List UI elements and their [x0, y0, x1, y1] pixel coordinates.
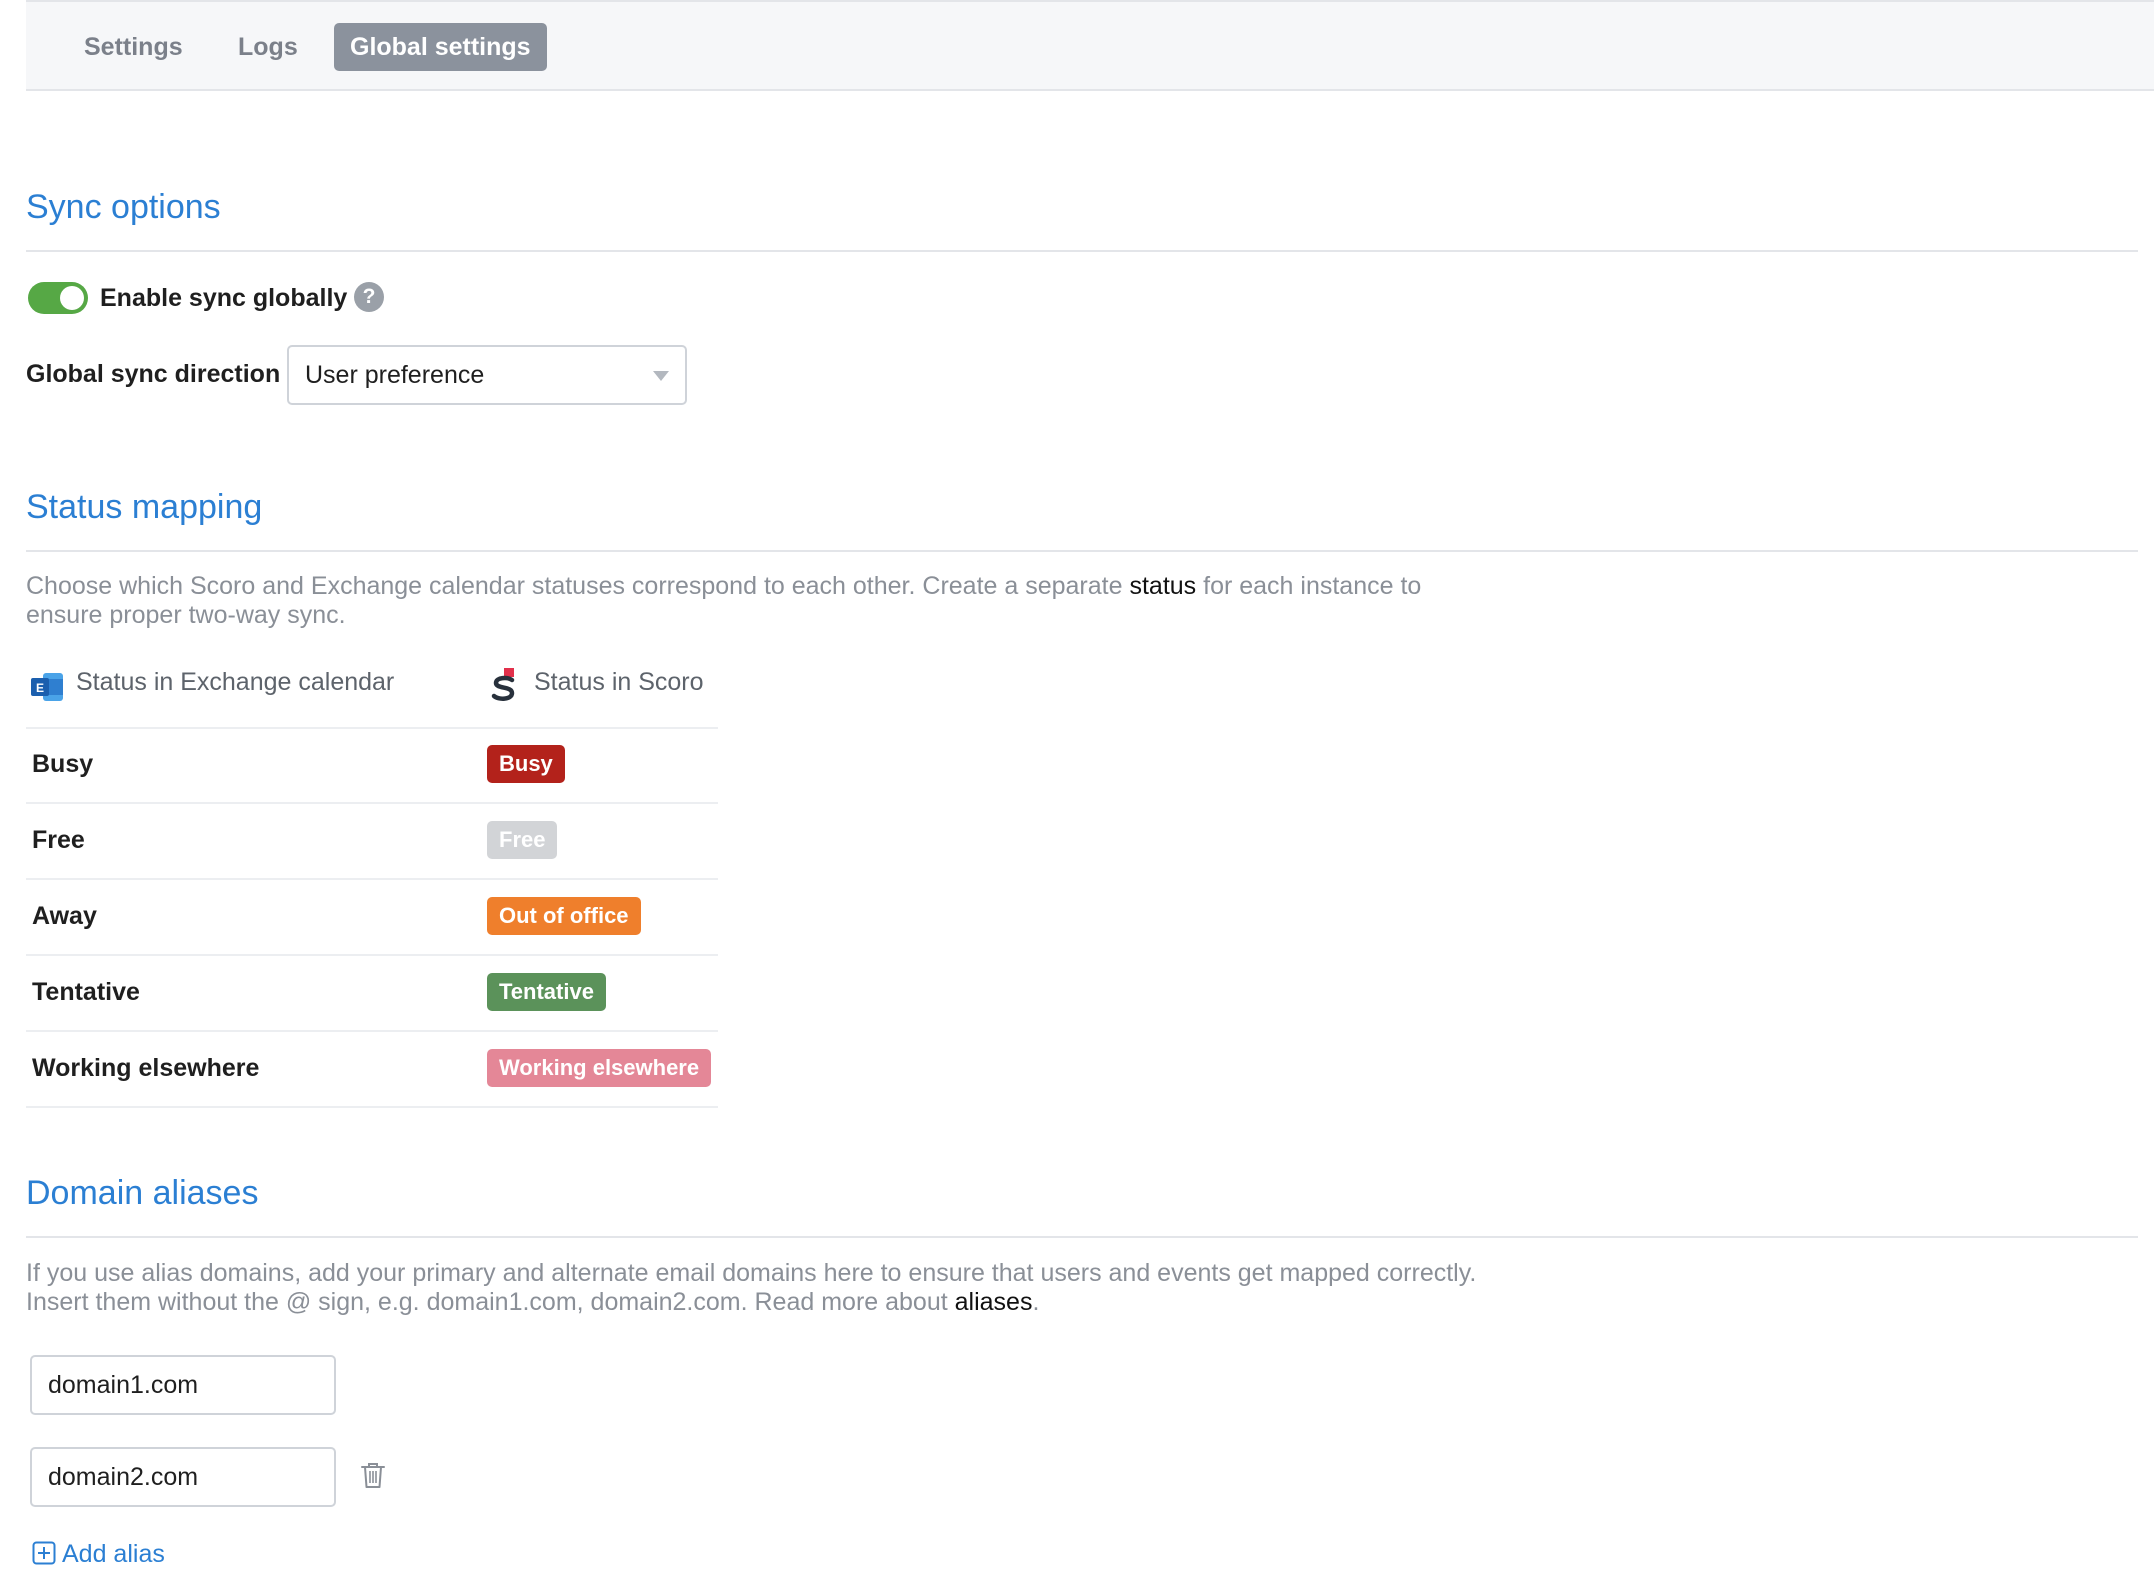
- enable-sync-toggle[interactable]: [28, 282, 88, 314]
- exchange-status-name: Free: [32, 826, 85, 854]
- section-divider: [26, 550, 2138, 552]
- row-divider: [26, 878, 718, 880]
- add-alias-button[interactable]: Add alias: [32, 1540, 165, 1569]
- tab-settings[interactable]: Settings: [68, 23, 199, 71]
- sync-direction-label: Global sync direction: [26, 360, 281, 388]
- section-divider: [26, 1236, 2138, 1238]
- svg-text:E: E: [36, 681, 44, 695]
- col-scoro-header: Status in Scoro: [534, 668, 704, 696]
- exchange-logo-icon: E: [31, 673, 63, 701]
- alias-input-2[interactable]: [30, 1447, 336, 1507]
- exchange-status-name: Away: [32, 902, 97, 930]
- row-divider: [26, 802, 718, 804]
- domain-aliases-description: If you use alias domains, add your prima…: [26, 1259, 1477, 1316]
- status-mapping-description: Choose which Scoro and Exchange calendar…: [26, 572, 1422, 629]
- sync-direction-value: User preference: [305, 361, 485, 389]
- scoro-status-badge: Tentative: [487, 973, 606, 1011]
- scoro-status-badge: Free: [487, 821, 558, 859]
- sync-options-heading: Sync options: [26, 188, 221, 226]
- tab-logs[interactable]: Logs: [222, 23, 314, 71]
- aliases-link[interactable]: aliases: [955, 1288, 1033, 1316]
- domain-aliases-heading: Domain aliases: [26, 1174, 259, 1212]
- row-divider: [26, 1030, 718, 1032]
- status-link[interactable]: status: [1129, 572, 1196, 600]
- section-divider: [26, 250, 2138, 252]
- status-mapping-heading: Status mapping: [26, 488, 263, 526]
- row-divider: [26, 954, 718, 956]
- chevron-down-icon: [653, 371, 669, 381]
- exchange-status-name: Working elsewhere: [32, 1054, 260, 1082]
- scoro-status-badge: Out of office: [487, 897, 641, 935]
- exchange-status-name: Tentative: [32, 978, 140, 1006]
- scoro-logo-icon: [491, 668, 515, 701]
- scoro-status-badge: Busy: [487, 745, 565, 783]
- trash-icon[interactable]: [358, 1460, 388, 1490]
- toggle-knob: [60, 286, 84, 310]
- alias-input-1[interactable]: [30, 1355, 336, 1415]
- col-exchange-header: Status in Exchange calendar: [76, 668, 395, 696]
- row-divider: [26, 1106, 718, 1108]
- exchange-status-name: Busy: [32, 750, 94, 778]
- enable-sync-label: Enable sync globally: [100, 284, 348, 312]
- tab-bar: Settings Logs Global settings: [26, 0, 2154, 91]
- sync-direction-select[interactable]: User preference: [287, 345, 687, 405]
- add-alias-label: Add alias: [62, 1540, 165, 1568]
- row-divider: [26, 727, 718, 729]
- plus-square-icon: [32, 1541, 56, 1565]
- scoro-status-badge: Working elsewhere: [487, 1049, 712, 1087]
- question-circle-icon[interactable]: ?: [354, 282, 384, 312]
- tab-global-settings[interactable]: Global settings: [334, 23, 547, 71]
